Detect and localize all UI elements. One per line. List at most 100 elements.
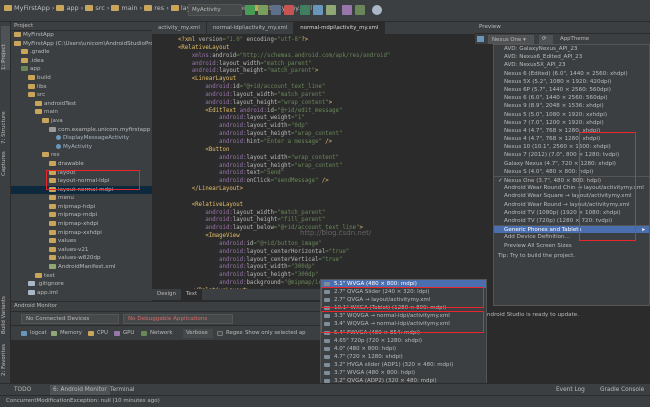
favorites-tool-tab[interactable]: 2: Favorites <box>1 338 10 376</box>
project-tree-item[interactable]: mipmap-xxhdpi <box>11 229 152 238</box>
generic-device-item[interactable]: 3.4" WQVGA → normal-ldpi/activitymy.xml <box>321 320 486 328</box>
breadcrumb-item[interactable]: MyFirstApp <box>14 4 50 12</box>
editor-tab[interactable]: activity_my.xml <box>152 22 207 34</box>
device-select[interactable]: No Connected Devices <box>21 314 119 324</box>
stop-icon[interactable] <box>284 5 294 15</box>
code-editor[interactable]: <?xml version="1.0" encoding="utf-8"?> <R… <box>152 34 475 289</box>
project-tree-item[interactable]: values-w820dp <box>11 254 152 263</box>
project-tree-item[interactable]: menu <box>11 194 152 203</box>
monitor-icon[interactable] <box>342 5 352 15</box>
preview-layout-icon[interactable] <box>477 36 484 42</box>
logcat-tab[interactable]: logcat <box>21 329 47 338</box>
device-menu-item[interactable]: Android Wear Round Chin → layout/activit… <box>494 184 649 192</box>
project-tree-item[interactable]: values-v21 <box>11 246 152 255</box>
breadcrumb-item[interactable]: app <box>66 4 78 12</box>
run-icon[interactable] <box>245 5 255 15</box>
device-menu-item[interactable]: Preview All Screen Sizes <box>494 242 649 250</box>
theme-selector[interactable]: AppTheme <box>557 35 599 44</box>
project-tree-item[interactable]: libs <box>11 83 152 92</box>
generic-device-item[interactable]: 3.7" WVGA (480 × 800: hdpi) <box>321 369 486 377</box>
project-tree-item[interactable]: MyActivity <box>11 143 152 152</box>
device-menu-item[interactable]: Nexus 5 (5.0", 1080 × 1920: xxhdpi) <box>494 111 649 119</box>
device-menu-item[interactable]: Nexus S (4.0", 480 × 800: hdpi) <box>494 168 649 176</box>
generic-device-item[interactable]: 2.7" QVGA → layout/activitymy.xml <box>321 296 486 304</box>
device-menu-item[interactable]: Nexus 6P (5.7", 1440 × 2560: 560dpi) <box>494 86 649 94</box>
project-tree-item[interactable]: layout <box>11 169 152 178</box>
breadcrumb-item[interactable]: res <box>154 4 164 12</box>
project-tree-item[interactable]: app <box>11 65 152 74</box>
device-menu-item[interactable]: Nexus 10 (10.1", 2560 × 1600: xhdpi) <box>494 143 649 151</box>
project-tree-item[interactable]: MyFirstApp (C:\Users\unicom\AndroidStudi… <box>11 40 152 49</box>
text-tab[interactable]: Text <box>181 289 203 300</box>
generic-device-item[interactable]: 3.3" WQVGA → normal-ldpi/activitymy.xml <box>321 312 486 320</box>
event-log-tab[interactable]: Event Log <box>556 385 585 395</box>
project-tree-item[interactable]: drawable <box>11 160 152 169</box>
project-tool-tab[interactable]: 1: Project <box>1 26 10 70</box>
gpu-tab[interactable]: GPU <box>114 329 134 338</box>
orientation-button[interactable]: ⟳ <box>539 35 553 44</box>
project-tree-item[interactable]: res <box>11 151 152 160</box>
project-tree-item[interactable]: AndroidManifest.xml <box>11 263 152 272</box>
device-menu-item[interactable]: Nexus 6 (6.0", 1440 × 2560: 560dpi) <box>494 94 649 102</box>
editor-tab[interactable]: normal-mdpi\activity_my.xml <box>294 22 386 34</box>
memory-tab[interactable]: Memory <box>51 329 82 338</box>
logcat-output[interactable] <box>11 340 320 383</box>
device-menu-item[interactable]: Nexus 7 (2012) (7.0", 800 × 1280: tvdpi) <box>494 151 649 159</box>
project-tree-item[interactable]: .idea <box>11 57 152 66</box>
attach-icon[interactable] <box>271 5 281 15</box>
design-tab[interactable]: Design <box>152 289 181 300</box>
project-tree-item[interactable]: test <box>11 272 152 281</box>
terminal-tab[interactable]: Terminal <box>110 385 135 395</box>
project-tree-item[interactable]: androidTest <box>11 100 152 109</box>
project-tree-item[interactable]: java <box>11 117 152 126</box>
todo-tab[interactable]: TODO <box>14 385 31 395</box>
project-tree-item[interactable]: layout-normal-mdpi <box>11 185 152 195</box>
project-tree-item[interactable]: values <box>11 237 152 246</box>
build-variants-tool-tab[interactable]: Build Variants <box>1 284 10 334</box>
network-tab[interactable]: Network <box>141 329 173 338</box>
device-menu-item[interactable]: Nexus 6 (Edited) (6.0", 1440 × 2560: xhd… <box>494 70 649 78</box>
device-menu-item[interactable]: Android Wear Round → layout/activitymy.x… <box>494 201 649 209</box>
breadcrumb-item[interactable]: src <box>95 4 105 12</box>
project-tree-item[interactable]: mipmap-mdpi <box>11 211 152 220</box>
device-menu-item[interactable]: Nexus 9 (8.9", 2048 × 1536: xhdpi) <box>494 102 649 110</box>
project-tree-item[interactable]: app.iml <box>11 289 152 298</box>
debug-icon[interactable] <box>258 5 268 15</box>
captures-tool-tab[interactable]: Captures <box>1 148 10 176</box>
device-menu-item[interactable]: AVD: GalaxyNexus_API_23 <box>494 45 649 53</box>
device-menu-item[interactable]: Add Device Definition... <box>494 233 649 241</box>
generic-device-item[interactable]: 10.1" WXGA (Tablet) (1280 × 800: mdpi) <box>321 304 486 312</box>
cpu-tab[interactable]: CPU <box>88 329 108 338</box>
device-menu-item[interactable]: Nexus 4 (4.7", 768 × 1280: xhdpi) <box>494 135 649 143</box>
project-tree-item[interactable]: mipmap-hdpi <box>11 203 152 212</box>
device-menu-item[interactable]: Android TV (720p) (1280 × 720: tvdpi) <box>494 217 649 225</box>
device-menu-item[interactable]: Galaxy Nexus (4.7", 720 × 1280: xhdpi) <box>494 160 649 168</box>
project-tree-item[interactable]: src <box>11 91 152 100</box>
project-tree-item[interactable]: main <box>11 108 152 117</box>
project-tree-item[interactable]: com.example.unicom.myfirstapp <box>11 126 152 135</box>
help-icon[interactable] <box>372 5 382 15</box>
device-menu-item[interactable]: AVD: Nexus5X_API_23 <box>494 61 649 69</box>
device-menu-item[interactable]: Android Wear Square → layout/activitymy.… <box>494 192 649 200</box>
sdk-manager-icon[interactable] <box>326 5 336 15</box>
project-tree-item[interactable]: MyFirstApp <box>11 31 152 40</box>
editor-tab[interactable]: normal-ldpi\activity_my.xml <box>207 22 295 34</box>
device-menu-item[interactable]: AVD: Nexus6_Edited_API_23 <box>494 53 649 61</box>
device-menu-item[interactable]: Nexus 4 (4.7", 768 × 1280: xhdpi) <box>494 127 649 135</box>
regex-checkbox[interactable]: Regex <box>217 329 243 338</box>
avd-manager-icon[interactable] <box>313 5 323 15</box>
device-menu-item[interactable]: Nexus 7 (7.0", 1200 × 1920: xhdpi) <box>494 119 649 127</box>
project-tree-item[interactable]: .gradle <box>11 48 152 57</box>
generic-device-item[interactable]: 4.0" (480 × 800: hdpi) <box>321 345 486 353</box>
breadcrumb-item[interactable]: main <box>121 4 137 12</box>
generic-device-item[interactable]: 3.2" HVGA slider (ADP1) (320 × 480: mdpi… <box>321 361 486 369</box>
device-menu-item[interactable]: ✓Nexus One (3.7", 480 × 800: hdpi) <box>494 176 649 184</box>
gradle-console-tab[interactable]: Gradle Console <box>600 385 644 395</box>
project-tree-item[interactable]: build <box>11 74 152 83</box>
generic-device-item[interactable]: 4.65" 720p (720 × 1280: xhdpi) <box>321 337 486 345</box>
project-tree-item[interactable]: layout-normal-ldpi <box>11 177 152 186</box>
generic-device-item[interactable]: 4.7" (720 × 1280: xhdpi) <box>321 353 486 361</box>
structure-tool-tab[interactable]: 7: Structure <box>1 102 10 144</box>
filter-select[interactable]: Show only selected ap <box>245 329 306 338</box>
device-menu-item[interactable]: Android TV (1080p) (1920 × 1080: xhdpi) <box>494 209 649 217</box>
